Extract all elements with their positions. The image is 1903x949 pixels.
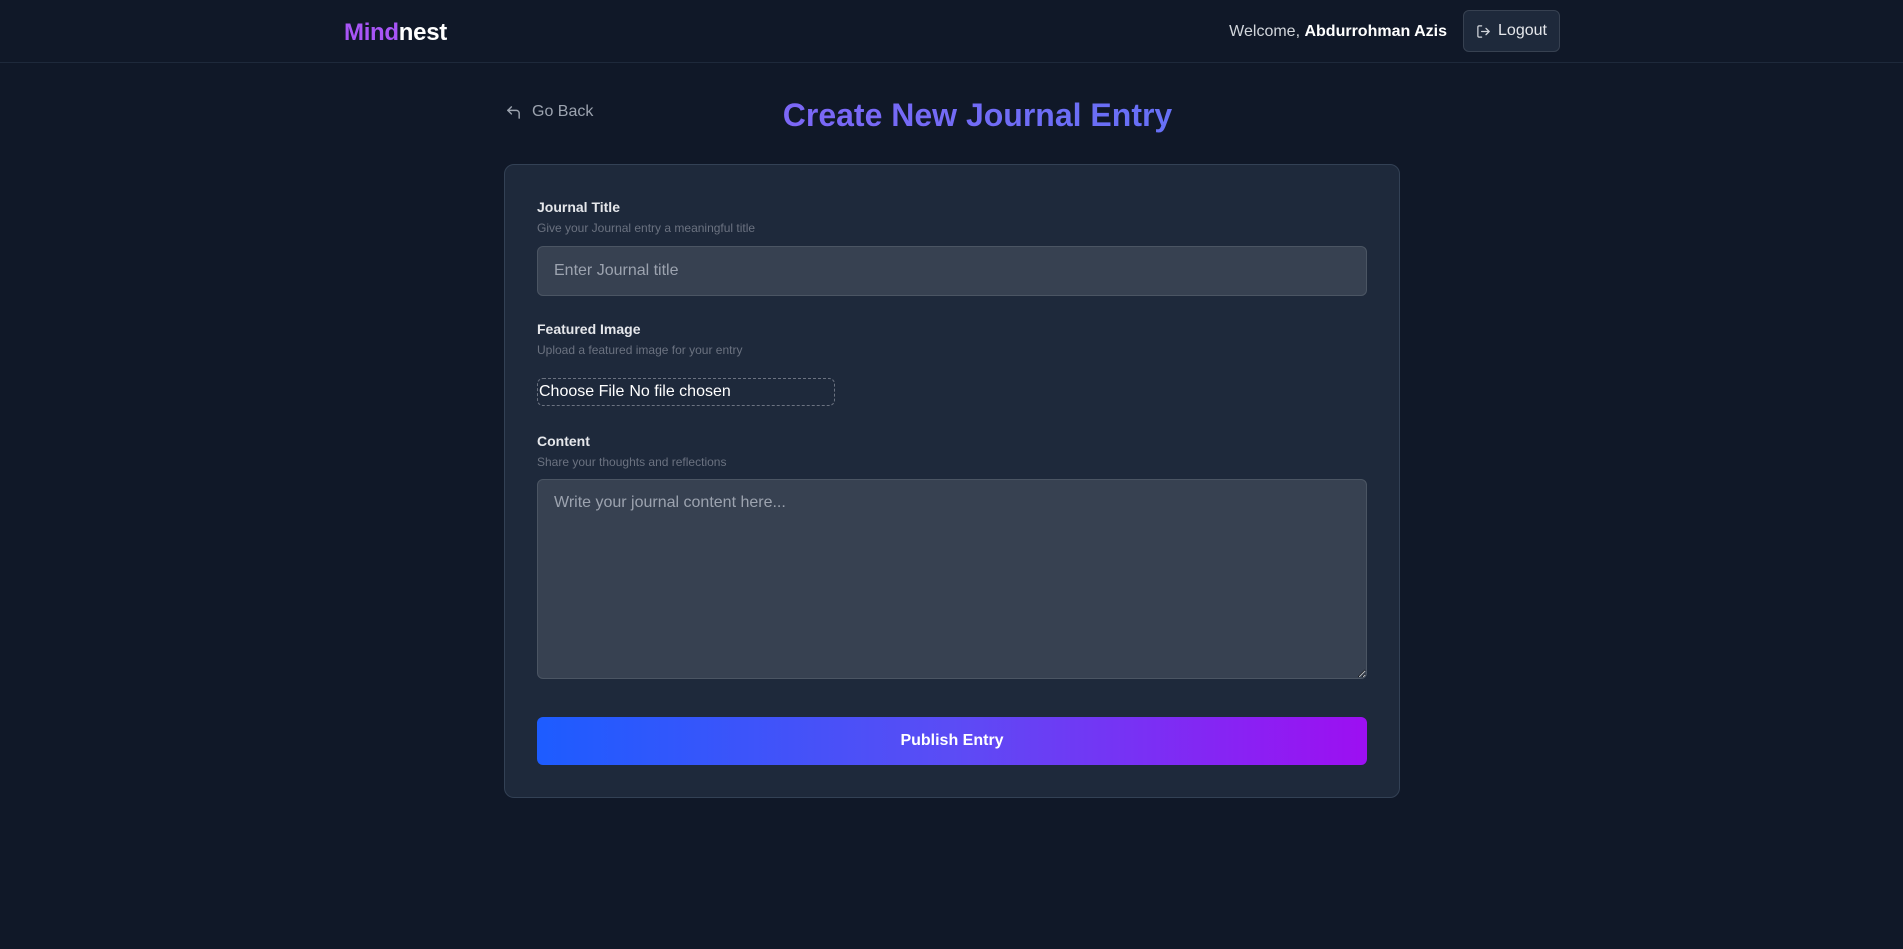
- logo-mind: Mind: [344, 19, 399, 46]
- choose-file-button[interactable]: Choose File: [539, 383, 624, 401]
- journal-title-label: Journal Title: [537, 199, 620, 215]
- logo-nest: nest: [398, 19, 447, 46]
- featured-image-help: Upload a featured image for your entry: [537, 343, 743, 357]
- file-status: No file chosen: [629, 383, 731, 400]
- return-arrow-icon: [507, 105, 520, 119]
- logout-icon: [1477, 24, 1490, 38]
- featured-image-file-input[interactable]: Choose File No file chosen: [537, 378, 835, 406]
- welcome-prefix: Welcome,: [1229, 23, 1301, 40]
- logout-button[interactable]: Logout: [1463, 10, 1560, 52]
- content-help: Share your thoughts and reflections: [537, 455, 727, 469]
- page-title: Create New Journal Entry: [0, 96, 1903, 134]
- journal-title-input[interactable]: [537, 246, 1367, 296]
- welcome-message: Welcome, Abdurrohman Azis: [1229, 22, 1447, 42]
- go-back-label: Go Back: [532, 103, 594, 120]
- username: Abdurrohman Azis: [1304, 23, 1447, 40]
- app-logo[interactable]: Mindnest: [344, 19, 447, 47]
- top-navbar: Mindnest Welcome, Abdurrohman Azis Logou…: [0, 0, 1903, 63]
- logout-label: Logout: [1498, 22, 1547, 39]
- content-textarea[interactable]: [537, 479, 1367, 679]
- go-back-link[interactable]: Go Back: [505, 103, 593, 121]
- journal-title-help: Give your Journal entry a meaningful tit…: [537, 221, 756, 235]
- journal-form-card: Journal Title Give your Journal entry a …: [504, 164, 1400, 798]
- publish-entry-button[interactable]: Publish Entry: [537, 717, 1367, 765]
- content-label: Content: [537, 433, 590, 449]
- featured-image-label: Featured Image: [537, 321, 641, 337]
